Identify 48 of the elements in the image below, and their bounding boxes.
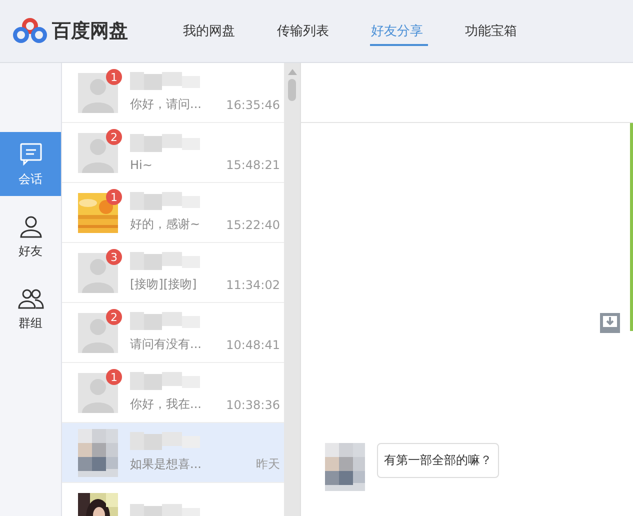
message-time: 10:38:36 <box>226 398 280 412</box>
message-time: 15:22:40 <box>226 218 280 232</box>
message-time: 10:48:41 <box>226 338 280 352</box>
message-preview: 你好，请问... <box>130 96 202 113</box>
nav-tab[interactable]: 好友分享 <box>370 0 464 62</box>
conversation-item[interactable]: 如果是想喜... 昨天 <box>62 423 284 483</box>
message-preview: [接吻][接吻] <box>130 276 197 293</box>
scroll-up-icon[interactable] <box>288 69 297 75</box>
person-avatar-icon <box>78 372 118 412</box>
unread-badge: 1 <box>106 369 122 385</box>
unread-badge: 1 <box>106 189 122 205</box>
unread-badge: 1 <box>106 69 122 85</box>
redacted-name <box>130 192 200 210</box>
download-icon[interactable] <box>600 313 620 333</box>
message-preview: Hi~ <box>130 158 152 172</box>
person-avatar-icon <box>78 312 118 352</box>
message-time: 昨天 <box>256 456 280 473</box>
unread-badge: 2 <box>106 309 122 325</box>
person-avatar-icon <box>78 252 118 292</box>
message-bubble: 有第一部全部的嘛？ <box>377 443 499 478</box>
nav-tab[interactable]: 我的网盘 <box>182 0 276 62</box>
redacted-name <box>130 372 200 390</box>
person-avatar-icon <box>78 132 118 172</box>
sidebar-item[interactable]: 群组 <box>0 276 61 340</box>
nav-tab[interactable]: 功能宝箱 <box>464 0 558 62</box>
message-time: 15:48:21 <box>226 158 280 172</box>
nav-tab[interactable]: 传输列表 <box>276 0 370 62</box>
redacted-name <box>130 312 200 330</box>
scroll-thumb[interactable] <box>288 79 296 101</box>
app-name: 百度网盘 <box>52 19 128 44</box>
chat-bubble-icon <box>18 140 44 166</box>
message-preview: 如果是想喜... <box>130 456 202 473</box>
scrollbar[interactable] <box>284 63 300 516</box>
person-avatar-icon <box>78 72 118 112</box>
redacted-name <box>130 432 200 450</box>
sidebar-item[interactable]: 会话 <box>0 132 61 196</box>
sidebar-item[interactable]: 好友 <box>0 204 61 268</box>
unread-badge: 2 <box>106 129 122 145</box>
message-time: 16:35:46 <box>226 98 280 112</box>
redacted-name <box>130 252 200 270</box>
message-preview: 请问有没有... <box>130 336 202 353</box>
message-time: 11:34:02 <box>226 278 280 292</box>
message-preview: 你好，我在... <box>130 396 202 413</box>
redacted-name <box>130 72 200 90</box>
cloud-logo-icon <box>12 18 48 44</box>
redacted-name <box>130 134 200 152</box>
unread-badge: 3 <box>106 249 122 265</box>
message-preview: 好的，感谢~ <box>130 216 200 233</box>
